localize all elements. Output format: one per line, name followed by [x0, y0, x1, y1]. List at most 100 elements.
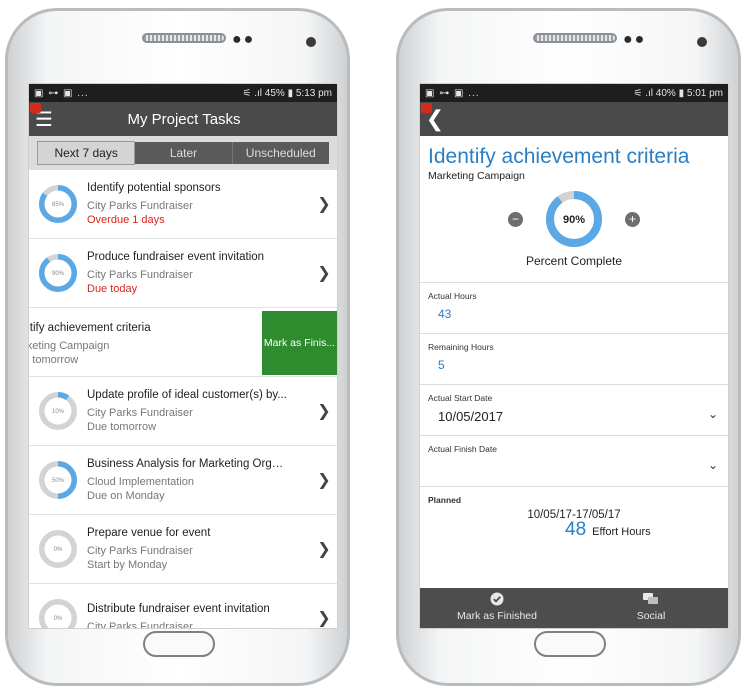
task-name: entify achievement criteria — [28, 322, 151, 334]
mark-as-finished-label: Mark as Finished — [457, 610, 537, 622]
progress-ring: 90% — [39, 254, 77, 292]
task-due: Overdue 1 days — [87, 214, 165, 226]
percent-complete-label: Percent Complete — [420, 254, 728, 283]
progress-ring-large: 90% — [546, 191, 602, 247]
chevron-right-icon[interactable]: ❯ — [311, 263, 337, 283]
task-project: City Parks Fundraiser — [87, 269, 193, 281]
menu-button[interactable]: ☰ — [29, 102, 59, 136]
task-project: City Parks Fundraiser — [87, 621, 193, 629]
task-name: Produce fundraiser event invitation — [87, 251, 265, 263]
percent-label: 90% — [52, 271, 65, 277]
app-bar: ☰ My Project Tasks — [29, 102, 337, 136]
task-title: Identify achievement criteria — [428, 145, 690, 168]
plus-icon[interactable]: + — [625, 211, 640, 227]
progress-control: − 90% + — [420, 190, 728, 248]
status-bar: ▣ ⊶ ▣ ... ⚟ .ıl 45% ▮ 5:13 pm — [29, 84, 337, 102]
status-right: ⚟ .ıl 40% ▮ 5:01 pm — [633, 87, 723, 99]
task-list-screen: ▣ ⊶ ▣ ... ⚟ .ıl 45% ▮ 5:13 pm ☰ My Proje… — [28, 83, 338, 629]
status-bar: ▣ ⊶ ▣ ... ⚟ .ıl 40% ▮ 5:01 pm — [420, 84, 728, 102]
phone-frame-left: ●● ▣ ⊶ ▣ ... ⚟ .ıl 45% ▮ 5:13 pm ☰ My Pr… — [5, 8, 350, 686]
chevron-right-icon[interactable]: ❯ — [311, 539, 337, 559]
task-project: City Parks Fundraiser — [87, 545, 193, 557]
task-project: Cloud Implementation — [87, 476, 195, 488]
bottom-action-bar: Mark as Finished Social — [420, 588, 728, 628]
percent-label: 0% — [54, 616, 63, 622]
task-detail-screen: ▣ ⊶ ▣ ... ⚟ .ıl 40% ▮ 5:01 pm ❮ Identify… — [419, 83, 729, 629]
task-name: Update profile of ideal customer(s) by..… — [87, 389, 287, 401]
app-logo-icon — [30, 103, 41, 113]
mark-as-finished-action[interactable]: Mark as Finished — [420, 588, 574, 628]
actual-start-date-field[interactable]: Actual Start Date 10/05/2017 ⌄ — [420, 385, 728, 436]
chevron-down-icon[interactable]: ⌄ — [708, 458, 718, 472]
remaining-hours-value[interactable]: 5 — [438, 358, 720, 372]
task-project: City Parks Fundraiser — [87, 407, 193, 419]
remaining-hours-field[interactable]: Remaining Hours 5 — [420, 334, 728, 385]
chat-bubbles-icon — [643, 593, 658, 604]
tab-later[interactable]: Later — [135, 142, 233, 164]
actual-start-date-value[interactable]: 10/05/2017 — [438, 409, 720, 424]
minus-icon[interactable]: − — [508, 211, 523, 227]
page-title: My Project Tasks — [127, 110, 241, 128]
back-button[interactable]: ❮ — [420, 102, 450, 136]
chevron-right-icon[interactable]: ❯ — [311, 401, 337, 421]
percent-label: 0% — [54, 547, 63, 553]
actual-hours-value[interactable]: 43 — [438, 307, 720, 321]
percent-label: 90% — [563, 214, 585, 226]
task-row[interactable]: 0% Distribute fundraiser event invitatio… — [29, 584, 337, 629]
app-bar: ❮ — [420, 102, 728, 136]
task-name: Identify potential sponsors — [87, 182, 221, 194]
app-logo-icon — [421, 103, 432, 113]
chevron-right-icon[interactable]: ❯ — [311, 470, 337, 490]
sensors-icon: ●● — [623, 31, 647, 48]
task-row[interactable]: 10% Update profile of ideal customer(s) … — [29, 377, 337, 446]
task-row[interactable]: 85% Identify potential sponsors City Par… — [29, 170, 337, 239]
tab-next-7-days[interactable]: Next 7 days — [37, 141, 136, 165]
chevron-right-icon[interactable]: ❯ — [311, 194, 337, 214]
front-camera — [697, 37, 707, 47]
check-circle-icon — [490, 592, 504, 606]
task-name: Prepare venue for event — [87, 527, 211, 539]
task-row[interactable]: 0% Prepare venue for event City Parks Fu… — [29, 515, 337, 584]
task-due: Due on Monday — [87, 490, 165, 502]
task-due: Due tomorrow — [87, 421, 157, 433]
percent-label: 85% — [52, 202, 65, 208]
field-label: Actual Start Date — [428, 393, 493, 403]
swiped-task-row[interactable]: entify achievement criteria arketing Cam… — [29, 308, 337, 377]
progress-ring: 50% — [39, 461, 77, 499]
progress-ring: 10% — [39, 392, 77, 430]
planned-section: Planned 10/05/17-17/05/17 48 Effort Hour… — [420, 487, 728, 547]
speaker-grille — [533, 33, 617, 43]
mark-as-finished-button[interactable]: Mark as Finis... — [262, 311, 337, 375]
field-label: Actual Hours — [428, 291, 477, 301]
task-row[interactable]: 50% Business Analysis for Marketing Orga… — [29, 446, 337, 515]
sensors-icon: ●● — [232, 31, 256, 48]
task-name: Distribute fundraiser event invitation — [87, 603, 270, 615]
task-project: City Parks Fundraiser — [87, 200, 193, 212]
social-action[interactable]: Social — [574, 588, 728, 628]
speaker-grille — [142, 33, 226, 43]
notification-icons: ▣ ⊶ ▣ ... — [425, 87, 480, 99]
tab-unscheduled[interactable]: Unscheduled — [232, 142, 329, 164]
progress-ring: 85% — [39, 185, 77, 223]
actual-finish-date-field[interactable]: Actual Finish Date ⌄ — [420, 436, 728, 487]
home-button[interactable] — [534, 631, 606, 657]
home-button[interactable] — [143, 631, 215, 657]
field-label: Actual Finish Date — [428, 444, 497, 454]
chevron-down-icon[interactable]: ⌄ — [708, 407, 718, 421]
task-due: ue tomorrow — [29, 354, 79, 366]
actual-hours-field[interactable]: Actual Hours 43 — [420, 283, 728, 334]
front-camera — [306, 37, 316, 47]
tab-bar: Next 7 days Later Unscheduled — [29, 136, 337, 170]
task-due: Due today — [87, 283, 138, 295]
percent-label: 10% — [52, 409, 65, 415]
progress-ring: 0% — [39, 530, 77, 568]
task-name: Business Analysis for Marketing Orga... — [87, 458, 287, 470]
planned-label: Planned — [428, 495, 462, 505]
social-label: Social — [636, 610, 666, 622]
task-row[interactable]: 90% Produce fundraiser event invitation … — [29, 239, 337, 308]
progress-ring: 0% — [39, 599, 77, 628]
status-right: ⚟ .ıl 45% ▮ 5:13 pm — [242, 87, 332, 99]
phone-frame-right: ●● ▣ ⊶ ▣ ... ⚟ .ıl 40% ▮ 5:01 pm ❮ Ident… — [396, 8, 741, 686]
notification-icons: ▣ ⊶ ▣ ... — [34, 87, 89, 99]
chevron-right-icon[interactable]: ❯ — [311, 608, 337, 628]
